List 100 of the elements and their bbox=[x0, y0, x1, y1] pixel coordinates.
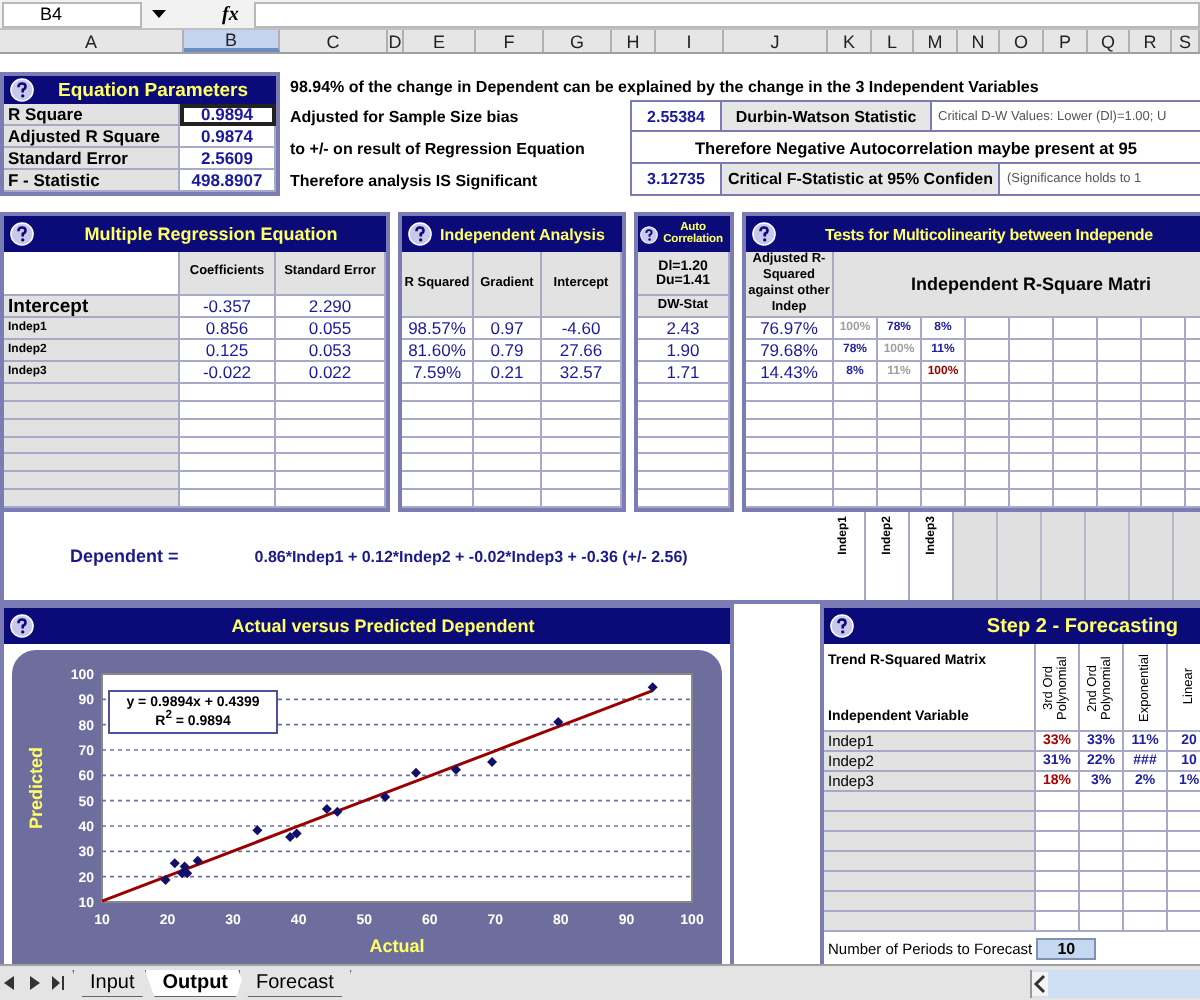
empty-cell bbox=[1124, 852, 1168, 872]
column-header[interactable]: M bbox=[914, 30, 958, 52]
parameter-value[interactable]: 0.9874 bbox=[180, 126, 276, 148]
column-header[interactable]: F bbox=[476, 30, 544, 52]
scroll-right-icon[interactable] bbox=[28, 976, 40, 990]
scroll-last-icon[interactable] bbox=[52, 976, 64, 990]
empty-cell bbox=[542, 384, 622, 402]
function-label[interactable]: fx bbox=[222, 3, 239, 25]
empty-cell bbox=[966, 401, 1010, 420]
empty-cell bbox=[966, 318, 1010, 340]
column-header[interactable]: R bbox=[1130, 30, 1172, 52]
empty-cell bbox=[1010, 490, 1054, 508]
empty-cell bbox=[638, 437, 730, 455]
empty-cell bbox=[638, 454, 730, 473]
empty-cell bbox=[966, 384, 1010, 402]
panel-title: Multiple Regression Equation bbox=[82, 224, 340, 244]
help-icon[interactable] bbox=[640, 225, 658, 243]
panel-title: Equation Parameters bbox=[56, 79, 251, 101]
empty-cell bbox=[542, 419, 622, 438]
statistic-label: Critical F-Statistic at 95% Confiden bbox=[722, 164, 1001, 194]
formula-field[interactable] bbox=[254, 1, 1200, 27]
empty-cell bbox=[1054, 362, 1098, 384]
empty-cell bbox=[922, 384, 966, 402]
empty-cell bbox=[1098, 401, 1142, 420]
column-header[interactable]: K bbox=[828, 30, 872, 52]
empty-cell bbox=[878, 401, 922, 420]
help-icon[interactable] bbox=[830, 614, 854, 638]
name-box[interactable]: B4 bbox=[2, 1, 142, 27]
help-icon[interactable] bbox=[10, 78, 34, 102]
empty-cell bbox=[1098, 362, 1142, 384]
table-cell: 76.97% bbox=[746, 318, 834, 340]
column-header[interactable]: Q bbox=[1088, 30, 1130, 52]
scroll-left-icon[interactable] bbox=[1032, 971, 1048, 995]
help-icon[interactable] bbox=[10, 614, 34, 638]
empty-cell bbox=[542, 472, 622, 491]
column-header[interactable]: S bbox=[1172, 30, 1200, 52]
empty-cell bbox=[1124, 872, 1168, 892]
empty-cell bbox=[746, 419, 834, 438]
empty-cell bbox=[402, 401, 474, 420]
empty-cell bbox=[638, 401, 730, 420]
table-cell: 0.055 bbox=[276, 318, 386, 340]
column-header[interactable]: H bbox=[612, 30, 656, 52]
parameter-value[interactable]: 2.5609 bbox=[180, 148, 276, 170]
empty-cell bbox=[1098, 419, 1142, 438]
empty-cell bbox=[1124, 892, 1168, 912]
sheet-tab[interactable]: Forecast bbox=[238, 969, 352, 997]
panel-title: Step 2 - Forecasting bbox=[984, 615, 1180, 637]
help-icon[interactable] bbox=[408, 222, 432, 246]
column-header[interactable]: J bbox=[724, 30, 828, 52]
data-point bbox=[251, 825, 262, 836]
column-header[interactable]: O bbox=[1000, 30, 1044, 52]
table-cell: 0.022 bbox=[276, 362, 386, 384]
help-icon[interactable] bbox=[10, 222, 34, 246]
table-cell: -0.357 bbox=[180, 296, 276, 318]
empty-cell bbox=[276, 472, 386, 491]
empty-cell bbox=[1080, 912, 1124, 932]
column-header[interactable]: I bbox=[656, 30, 724, 52]
empty-cell bbox=[834, 490, 878, 508]
periods-input[interactable]: 10 bbox=[1036, 937, 1097, 959]
column-header[interactable]: C bbox=[280, 30, 388, 52]
column-header[interactable]: G bbox=[544, 30, 612, 52]
column-header[interactable]: N bbox=[958, 30, 1000, 52]
empty-cell bbox=[1080, 832, 1124, 852]
column-header[interactable]: P bbox=[1044, 30, 1088, 52]
table-cell: 32.57 bbox=[542, 362, 622, 384]
statistic-label: Durbin-Watson Statistic bbox=[722, 102, 932, 130]
empty-cell bbox=[966, 490, 1010, 508]
empty-cell bbox=[276, 419, 386, 438]
empty-cell bbox=[276, 437, 386, 455]
empty-cell bbox=[402, 437, 474, 455]
scroll-left-icon[interactable] bbox=[4, 976, 16, 990]
horizontal-scrollbar[interactable] bbox=[1030, 969, 1200, 997]
help-icon[interactable] bbox=[752, 222, 776, 246]
empty-cell bbox=[1098, 437, 1142, 455]
parameter-value[interactable]: 0.9894 bbox=[180, 104, 276, 126]
empty-cell bbox=[922, 472, 966, 491]
empty-cell bbox=[922, 401, 966, 420]
empty-cell bbox=[1054, 490, 1098, 508]
sheet-tab[interactable]: Output bbox=[144, 969, 247, 997]
empty-cell bbox=[1124, 912, 1168, 932]
column-header[interactable]: E bbox=[404, 30, 476, 52]
table-cell: 0.21 bbox=[474, 362, 542, 384]
panel-title: Independent Analysis bbox=[440, 225, 607, 243]
autocorrelation-text: Therefore Negative Autocorrelation maybe present at 95 bbox=[692, 135, 1139, 162]
empty-cell bbox=[1054, 318, 1098, 340]
empty-cell bbox=[542, 454, 622, 473]
table-cell: 98.57% bbox=[402, 318, 474, 340]
empty-cell bbox=[1010, 318, 1054, 340]
empty-cell bbox=[1098, 454, 1142, 473]
empty-cell bbox=[1098, 318, 1142, 340]
empty-cell bbox=[834, 437, 878, 455]
empty-cell bbox=[1098, 384, 1142, 402]
column-header[interactable]: D bbox=[388, 30, 404, 52]
empty-cell bbox=[922, 419, 966, 438]
dropdown-caret-icon[interactable] bbox=[152, 10, 166, 18]
parameter-value[interactable]: 498.8907 bbox=[180, 170, 276, 192]
column-header[interactable]: B bbox=[184, 30, 280, 52]
note-text: Adjusted for Sample Size bias bbox=[290, 105, 521, 130]
column-header[interactable]: L bbox=[872, 30, 914, 52]
panel-title: Tests for Multicolinearity between Independe bbox=[823, 225, 1155, 243]
